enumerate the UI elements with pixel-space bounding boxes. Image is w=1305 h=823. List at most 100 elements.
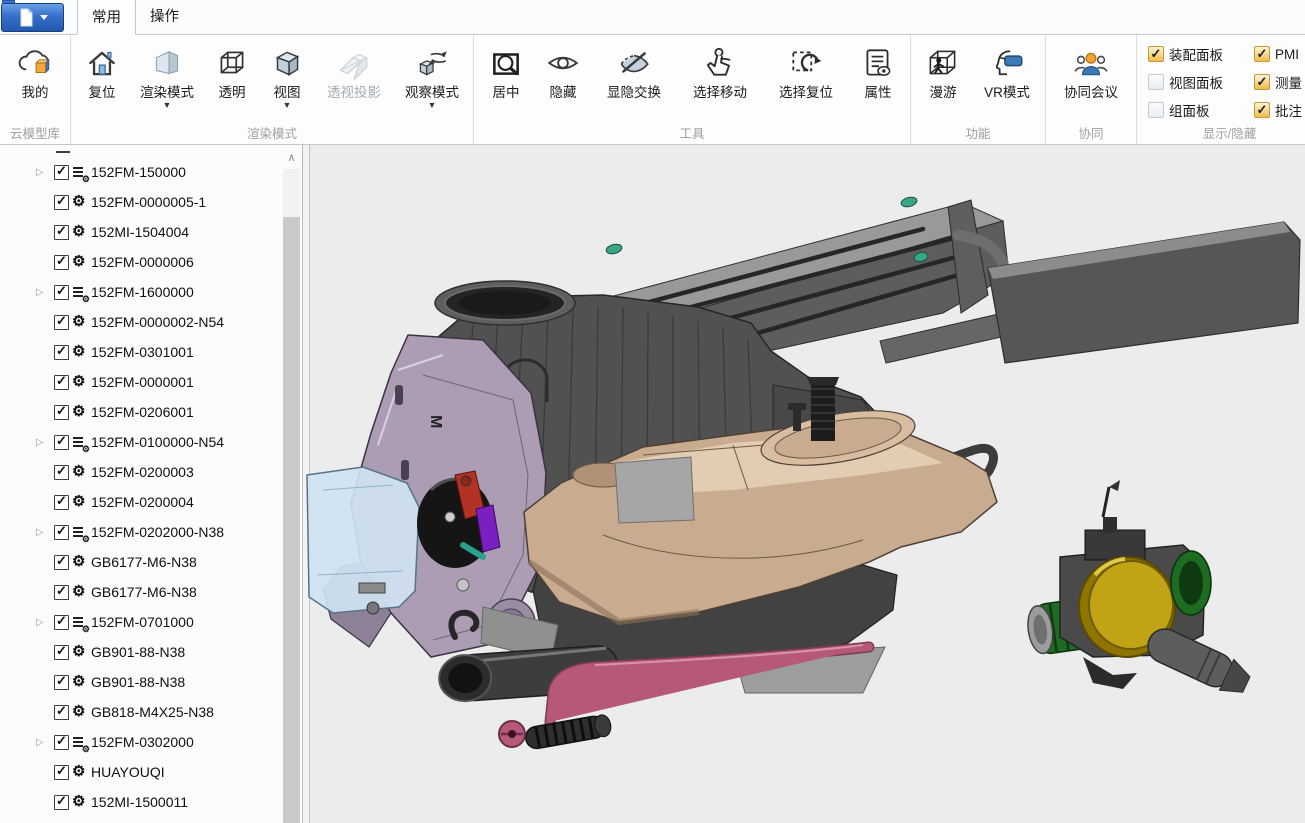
collab-meeting-button[interactable]: 协同会议 — [1049, 37, 1133, 100]
orbit-cube-icon — [413, 41, 451, 85]
visibility-checkbox[interactable] — [54, 375, 69, 390]
tree-item[interactable]: ▷ 152FM-0000005-1 — [0, 187, 302, 217]
selection-reset-button[interactable]: 选择复位 — [763, 37, 849, 100]
tree-item[interactable]: ▷ 152MI-1500011 — [0, 787, 302, 817]
tree-item[interactable]: ▷ GB6177-M6-N38 — [0, 577, 302, 607]
tree-item[interactable]: ▷ GB901-88-N38 — [0, 637, 302, 667]
expand-arrow-icon[interactable]: ▷ — [36, 527, 54, 538]
hide-button[interactable]: 隐藏 — [535, 37, 591, 100]
tree-item[interactable]: ▷ 152FM-0000006 — [0, 247, 302, 277]
viewport-3d[interactable]: M — [303, 145, 1305, 823]
part-icon — [72, 764, 89, 781]
tree-item[interactable]: ▷ 152FM-0301001 — [0, 337, 302, 367]
vr-mode-button[interactable]: VR模式 — [972, 37, 1042, 100]
part-icon — [72, 704, 89, 721]
tree-item[interactable]: ▷ 152FM-0200004 — [0, 487, 302, 517]
group-label-tools: 工具 — [477, 125, 907, 144]
perspective-projection-button[interactable]: 透视投影 — [314, 37, 394, 100]
visibility-checkbox[interactable] — [54, 555, 69, 570]
my-models-button[interactable]: 我的 — [3, 37, 67, 100]
visibility-checkbox[interactable] — [54, 765, 69, 780]
visibility-checkbox[interactable] — [54, 435, 69, 450]
home-icon — [84, 41, 120, 85]
scroll-up-arrow-icon[interactable]: ∧ — [283, 145, 300, 169]
app-menu-button[interactable] — [1, 3, 64, 32]
tree-item[interactable]: ▷ 152FM-0200003 — [0, 457, 302, 487]
transparent-button[interactable]: 透明 — [204, 37, 260, 100]
fan-cover-translucent[interactable] — [307, 467, 419, 614]
scrollbar-thumb[interactable] — [283, 217, 300, 823]
tree-item-label: 152FM-0000006 — [91, 254, 194, 270]
reset-view-button[interactable]: 复位 — [74, 37, 130, 100]
tab-common[interactable]: 常用 — [77, 0, 136, 35]
visibility-checkbox[interactable] — [54, 315, 69, 330]
checkbox-icon — [1148, 102, 1164, 118]
tree-item[interactable]: ▷ HUAYOUQI — [0, 757, 302, 787]
visibility-checkbox[interactable] — [54, 345, 69, 360]
view-panel-checkbox[interactable]: 视图面板 — [1148, 72, 1254, 92]
tree-item-label: 152FM-150000 — [91, 164, 186, 180]
carburetor[interactable] — [1025, 480, 1254, 699]
tree-item-label: GB901-88-N38 — [91, 674, 185, 690]
tree-item[interactable]: ▷ 152FM-0701000 — [0, 607, 302, 637]
ribbon-group-tools: 居中 隐藏 — [474, 35, 911, 144]
tree-item[interactable]: ▷ GB6177-M6-N38 — [0, 547, 302, 577]
tree-item[interactable]: ▷ 152FM-1600000 — [0, 277, 302, 307]
group-label-functions: 功能 — [914, 125, 1042, 144]
ribbon-group-collaboration: 协同会议 协同 — [1046, 35, 1137, 144]
visibility-checkbox[interactable] — [54, 525, 69, 540]
visibility-checkbox[interactable] — [54, 705, 69, 720]
assembly-panel-checkbox[interactable]: 装配面板 — [1148, 44, 1254, 64]
shift-shaft[interactable] — [807, 377, 839, 441]
tree-item[interactable]: ▷ 152FM-0302000 — [0, 727, 302, 757]
tree-item[interactable]: ▷ GB901-88-N38 — [0, 667, 302, 697]
visibility-checkbox[interactable] — [54, 405, 69, 420]
visibility-checkbox[interactable] — [54, 795, 69, 810]
tree-item[interactable]: ▷ 152FM-150000 — [0, 157, 302, 187]
visibility-checkbox[interactable] — [54, 675, 69, 690]
tree-item[interactable]: ▷ 152FM-0000001 — [0, 367, 302, 397]
visibility-checkbox[interactable] — [54, 285, 69, 300]
center-fit-button[interactable]: 居中 — [477, 37, 535, 100]
view-button[interactable]: 视图 ▼ — [260, 37, 314, 110]
titlebar: 常用 操作 — [0, 0, 1305, 35]
tree-scrollbar[interactable]: ∧ — [283, 145, 300, 823]
visibility-checkbox[interactable] — [54, 495, 69, 510]
cover-slab[interactable] — [988, 222, 1300, 363]
checkbox-icon — [1148, 74, 1164, 90]
visibility-checkbox[interactable] — [54, 165, 69, 180]
visibility-checkbox[interactable] — [54, 225, 69, 240]
visibility-checkbox[interactable] — [54, 735, 69, 750]
tree-item[interactable]: ▷ 152MI-1504004 — [0, 217, 302, 247]
measure-checkbox[interactable]: 测量 — [1254, 72, 1305, 92]
tree-item[interactable]: ▷ GB818-M4X25-N38 — [0, 697, 302, 727]
properties-button[interactable]: 属性 — [849, 37, 907, 100]
group-panel-checkbox[interactable]: 组面板 — [1148, 100, 1254, 120]
expand-arrow-icon[interactable]: ▷ — [36, 167, 54, 178]
tab-operate[interactable]: 操作 — [136, 0, 193, 35]
visibility-checkbox[interactable] — [54, 465, 69, 480]
expand-arrow-icon[interactable]: ▷ — [36, 287, 54, 298]
visibility-checkbox[interactable] — [54, 585, 69, 600]
tree-item[interactable]: ▷ 152FM-0202000-N38 — [0, 517, 302, 547]
visibility-checkbox[interactable] — [54, 645, 69, 660]
tree-item[interactable]: ▷ 152FM-0206001 — [0, 397, 302, 427]
tree-item[interactable]: ▷ 152FM-0000002-N54 — [0, 307, 302, 337]
assembly-icon — [72, 614, 89, 631]
observe-mode-button[interactable]: 观察模式 ▼ — [394, 37, 470, 110]
walkthrough-button[interactable]: 漫游 — [914, 37, 972, 100]
visibility-checkbox[interactable] — [54, 615, 69, 630]
annotation-checkbox[interactable]: 批注 — [1254, 100, 1305, 120]
render-mode-button[interactable]: 渲染模式 ▼ — [130, 37, 204, 110]
tree-item[interactable]: ▷ 152FM-0100000-N54 — [0, 427, 302, 457]
expand-arrow-icon[interactable]: ▷ — [36, 437, 54, 448]
expand-arrow-icon[interactable]: ▷ — [36, 737, 54, 748]
assembly-icon — [72, 734, 89, 751]
expand-arrow-icon[interactable]: ▷ — [36, 617, 54, 628]
select-move-button[interactable]: 选择移动 — [677, 37, 763, 100]
kick-pedal[interactable] — [524, 714, 613, 751]
visibility-checkbox[interactable] — [54, 195, 69, 210]
toggle-visibility-button[interactable]: 显隐交换 — [591, 37, 677, 100]
pmi-checkbox[interactable]: PMI — [1254, 44, 1305, 64]
visibility-checkbox[interactable] — [54, 255, 69, 270]
